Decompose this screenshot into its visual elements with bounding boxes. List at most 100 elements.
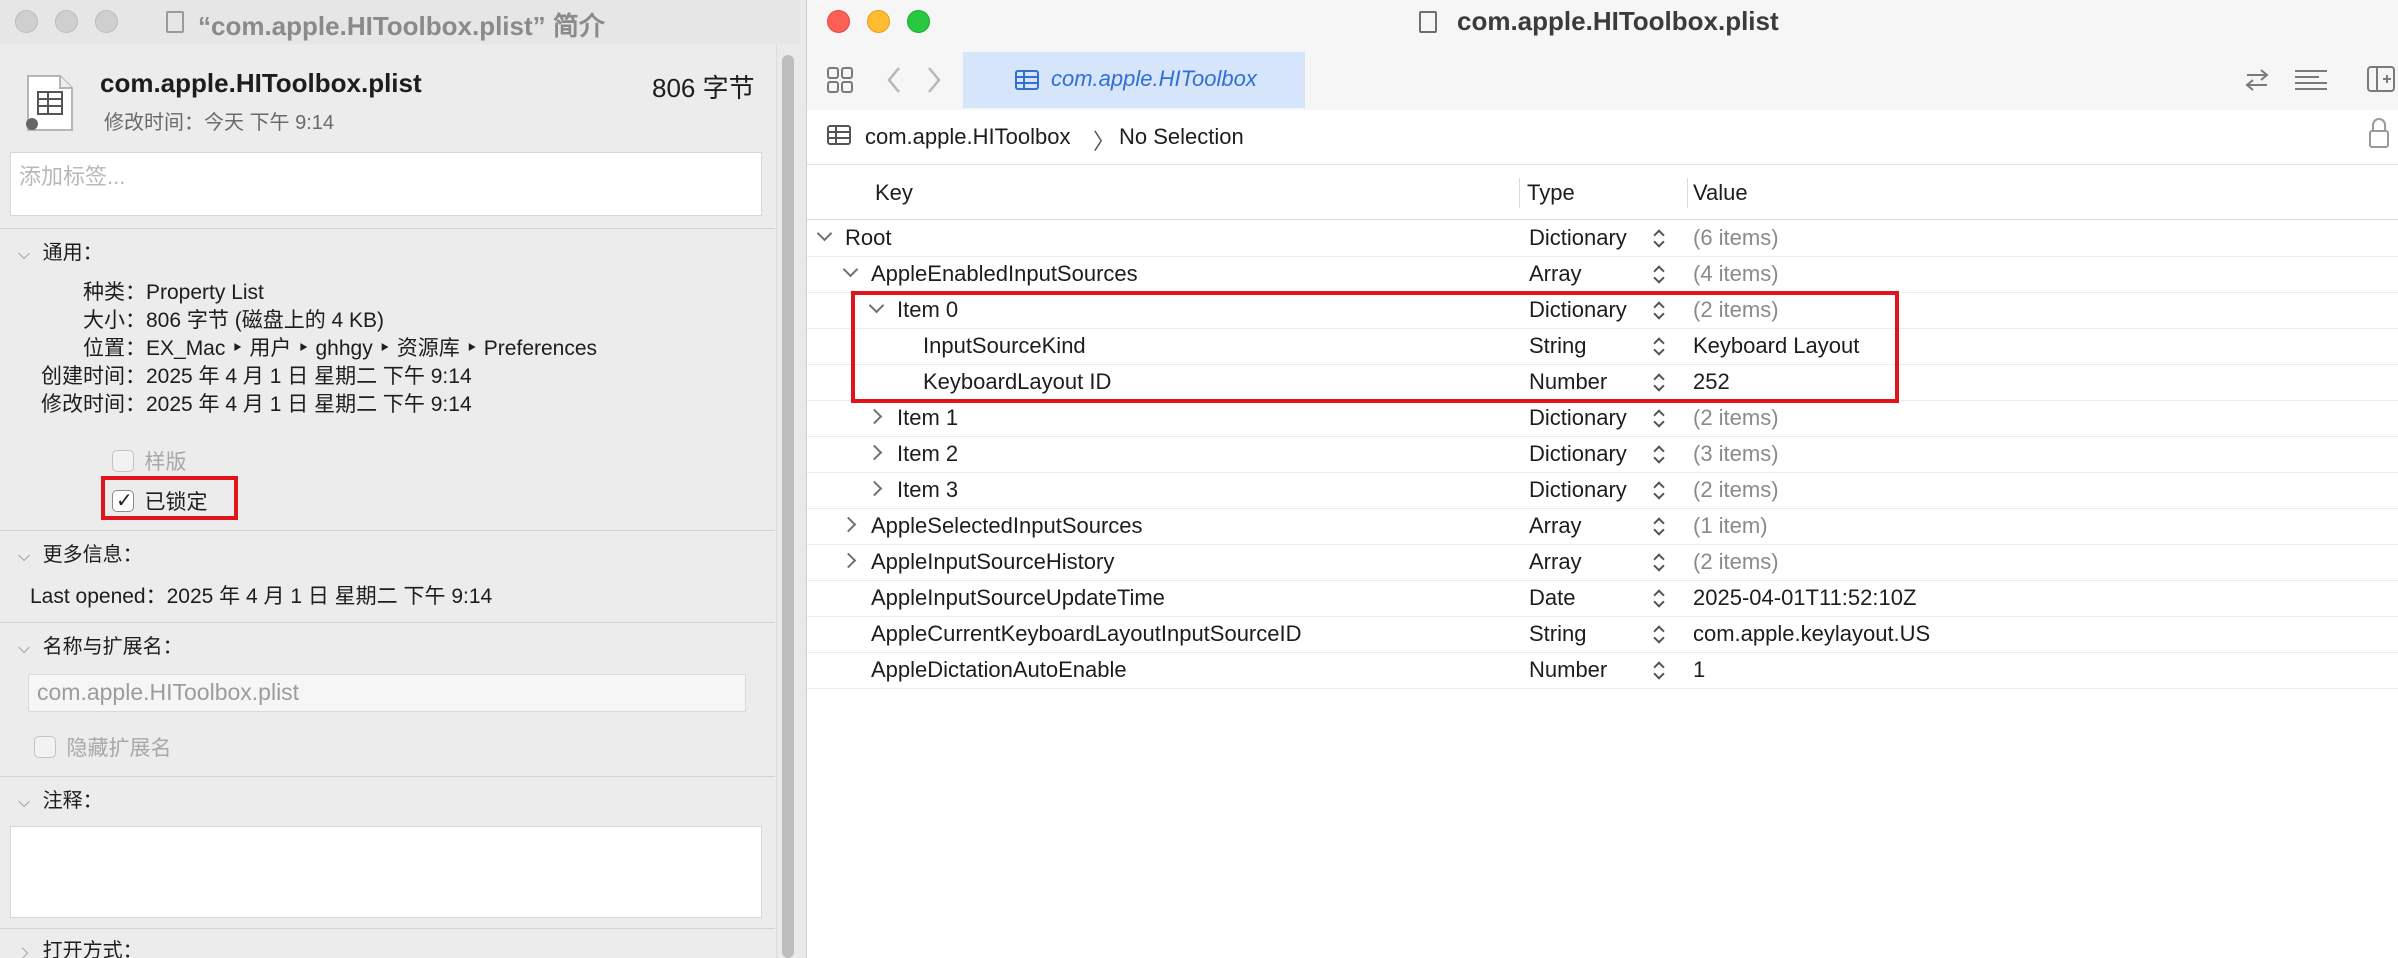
breadcrumb: com.apple.HIToolbox 〉 No Selection	[807, 110, 2398, 165]
stepper-icon[interactable]	[1653, 551, 1667, 573]
table-row[interactable]: Item 3 Dictionary (2 items)	[807, 472, 2398, 509]
divider	[0, 622, 775, 623]
row-value: com.apple.keylayout.US	[1693, 621, 1931, 646]
more-info-section-toggle[interactable]: ⌵ 更多信息：	[18, 538, 143, 567]
tags-input[interactable]: 添加标签...	[10, 152, 762, 216]
stationery-checkbox[interactable]	[112, 450, 134, 472]
row-value: (2 items)	[1693, 405, 1779, 430]
text-align-icon[interactable]	[2293, 68, 2329, 92]
general-section-toggle[interactable]: ⌵ 通用：	[18, 236, 103, 265]
stepper-icon[interactable]	[1653, 227, 1667, 249]
column-divider[interactable]	[1687, 178, 1688, 208]
open-with-section-toggle[interactable]: ⌵ 打开方式：	[15, 934, 143, 958]
stepper-icon[interactable]	[1653, 515, 1667, 537]
table-row[interactable]: Root Dictionary (6 items)	[807, 220, 2398, 257]
forward-chevron-icon[interactable]	[925, 66, 943, 94]
table-row[interactable]: AppleEnabledInputSources Array (4 items)	[807, 256, 2398, 293]
table-row[interactable]: AppleInputSourceHistory Array (2 items)	[807, 544, 2398, 581]
row-key: Item 1	[897, 405, 959, 430]
row-key: AppleEnabledInputSources	[871, 261, 1138, 286]
tab-hitoolbox[interactable]: com.apple.HIToolbox	[963, 52, 1305, 108]
disclosure-triangle-icon[interactable]	[866, 444, 883, 461]
file-name: com.apple.HIToolbox.plist	[100, 68, 422, 98]
stationery-checkbox-row[interactable]: 样版	[112, 446, 186, 476]
disclosure-triangle-icon: ⌵	[18, 548, 31, 565]
row-key: AppleDictationAutoEnable	[871, 657, 1127, 682]
stepper-icon[interactable]	[1653, 263, 1667, 285]
hide-ext-checkbox-row[interactable]: 隐藏扩展名	[34, 732, 171, 762]
stepper-icon[interactable]	[1653, 443, 1667, 465]
column-header-value[interactable]: Value	[1693, 180, 1748, 206]
stepper-icon[interactable]	[1653, 587, 1667, 609]
stationery-label: 样版	[144, 451, 187, 474]
last-opened: Last opened：2025 年 4 月 1 日 星期二 下午 9:14	[30, 585, 493, 608]
table-row[interactable]: Item 2 Dictionary (3 items)	[807, 436, 2398, 473]
info-scrollbar-thumb[interactable]	[782, 55, 794, 958]
locked-checkbox[interactable]: ✓	[112, 490, 134, 512]
info-zoom-button[interactable]	[95, 10, 118, 33]
modified-value: 2025 年 4 月 1 日 星期二 下午 9:14	[146, 393, 472, 416]
table-row[interactable]: AppleSelectedInputSources Array (1 item)	[807, 508, 2398, 545]
comments-section-toggle[interactable]: ⌵ 注释：	[18, 784, 103, 813]
modified-short: 修改时间：今天 下午 9:14	[104, 112, 335, 134]
hide-ext-label: 隐藏扩展名	[66, 737, 172, 760]
sidebar-toggle-icon[interactable]	[2367, 66, 2395, 92]
column-divider[interactable]	[1519, 178, 1520, 208]
created-label: 创建时间：	[41, 365, 146, 388]
row-value: (2 items)	[1693, 477, 1779, 502]
swap-icon[interactable]	[2243, 68, 2271, 92]
comments-textarea[interactable]	[10, 826, 762, 918]
disclosure-triangle-icon[interactable]	[842, 261, 859, 278]
zoom-button[interactable]	[907, 10, 930, 33]
kind-value: Property List	[146, 281, 264, 304]
row-value: 2025-04-01T11:52:10Z	[1693, 585, 1917, 610]
name-ext-section-toggle[interactable]: ⌵ 名称与扩展名：	[18, 630, 183, 659]
open-with-heading: 打开方式：	[42, 940, 143, 958]
info-minimize-button[interactable]	[55, 10, 78, 33]
table-row[interactable]: AppleCurrentKeyboardLayoutInputSourceID …	[807, 616, 2398, 653]
kind-label: 种类：	[83, 281, 146, 304]
stepper-icon[interactable]	[1653, 479, 1667, 501]
disclosure-triangle-icon: ⌵	[18, 640, 31, 657]
row-type: Array	[1529, 513, 1582, 538]
row-type: Date	[1529, 585, 1576, 610]
disclosure-triangle-icon[interactable]	[840, 516, 857, 533]
comments-heading: 注释：	[42, 790, 103, 812]
hide-ext-checkbox[interactable]	[34, 736, 56, 758]
disclosure-triangle-icon[interactable]	[840, 552, 857, 569]
row-value: 1	[1693, 657, 1706, 682]
row-key: Item 3	[897, 477, 959, 502]
divider	[0, 776, 775, 777]
minimize-button[interactable]	[867, 10, 890, 33]
locked-checkbox-row[interactable]: ✓ 已锁定	[112, 486, 207, 516]
lock-icon[interactable]	[2369, 130, 2389, 148]
plist-document-icon	[1419, 11, 1437, 33]
column-header-type[interactable]: Type	[1527, 180, 1575, 206]
breadcrumb-selection[interactable]: No Selection	[1119, 124, 1244, 150]
table-row[interactable]: Item 1 Dictionary (2 items)	[807, 400, 2398, 437]
column-header-key[interactable]: Key	[875, 180, 913, 206]
location-value: EX_Mac ‣ 用户 ‣ ghhgy ‣ 资源库 ‣ Preferences	[146, 337, 598, 360]
close-button[interactable]	[827, 10, 850, 33]
disclosure-triangle-icon[interactable]	[816, 225, 833, 242]
stepper-icon[interactable]	[1653, 623, 1667, 645]
name-field[interactable]: com.apple.HIToolbox.plist	[28, 674, 746, 712]
divider	[0, 928, 775, 929]
back-chevron-icon[interactable]	[885, 66, 903, 94]
locked-label: 已锁定	[144, 491, 208, 514]
tags-placeholder: 添加标签...	[19, 164, 126, 189]
disclosure-triangle-icon[interactable]	[866, 480, 883, 497]
breadcrumb-file[interactable]: com.apple.HIToolbox	[865, 124, 1070, 150]
stepper-icon[interactable]	[1653, 407, 1667, 429]
grid-icon[interactable]	[827, 67, 853, 93]
table-row[interactable]: AppleInputSourceUpdateTime Date 2025-04-…	[807, 580, 2398, 617]
table-row[interactable]: AppleDictationAutoEnable Number 1	[807, 652, 2398, 689]
info-close-button[interactable]	[15, 10, 38, 33]
name-ext-heading: 名称与扩展名：	[42, 636, 183, 658]
get-info-window: “com.apple.HIToolbox.plist” 简介 com.apple…	[0, 0, 800, 958]
stepper-icon[interactable]	[1653, 659, 1667, 681]
row-value: (3 items)	[1693, 441, 1779, 466]
disclosure-triangle-icon[interactable]	[866, 408, 883, 425]
row-value: (1 item)	[1693, 513, 1768, 538]
more-info-heading: 更多信息：	[42, 544, 143, 566]
